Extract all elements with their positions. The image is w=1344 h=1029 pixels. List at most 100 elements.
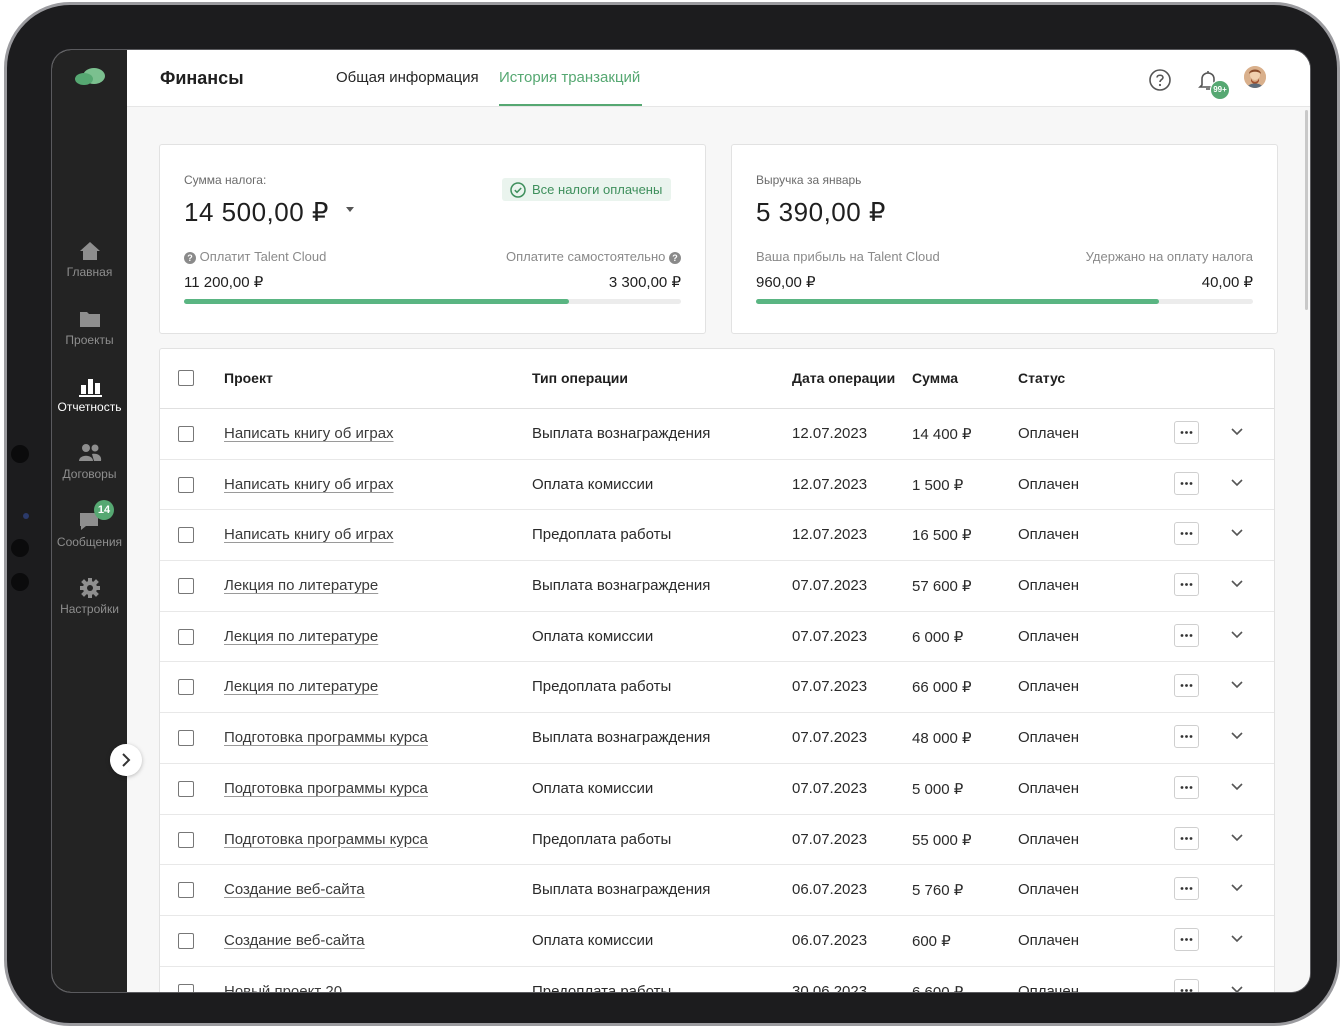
- table-row[interactable]: Лекция по литературе Оплата комиссии 07.07…: [160, 612, 1274, 663]
- more-dots-icon: [1180, 735, 1193, 739]
- operation-type: Выплата вознаграждения: [532, 881, 711, 899]
- row-checkbox[interactable]: [178, 780, 194, 797]
- column-header-status[interactable]: Статус: [1018, 370, 1065, 386]
- project-link[interactable]: Написать книгу об играх: [224, 526, 394, 543]
- project-link[interactable]: Подготовка программы курса: [224, 729, 428, 746]
- project-link[interactable]: Новый проект 20: [224, 983, 342, 992]
- check-circle-icon: [510, 182, 526, 198]
- table-row[interactable]: Подготовка программы курса Оплата комисси…: [160, 764, 1274, 815]
- table-row[interactable]: Написать книгу об играх Оплата комиссии 12…: [160, 460, 1274, 511]
- row-checkbox[interactable]: [178, 476, 194, 493]
- caret-down-icon[interactable]: [346, 207, 354, 212]
- sensor-dot: [11, 539, 29, 557]
- row-checkbox[interactable]: [178, 983, 194, 992]
- revenue-left-value: 960,00 ₽: [756, 274, 816, 291]
- operation-status: Оплачен: [1018, 425, 1079, 442]
- row-checkbox[interactable]: [178, 831, 194, 848]
- more-dots-icon: [1180, 684, 1193, 688]
- chevron-down-icon[interactable]: [1230, 833, 1244, 843]
- more-actions-button[interactable]: [1174, 826, 1199, 850]
- more-actions-button[interactable]: [1174, 522, 1199, 546]
- chevron-down-icon[interactable]: [1230, 528, 1244, 538]
- project-link[interactable]: Лекция по литературе: [224, 577, 378, 594]
- chevron-down-icon[interactable]: [1230, 985, 1244, 993]
- operation-date: 06.07.2023: [792, 931, 868, 949]
- column-header-sum[interactable]: Сумма: [912, 370, 958, 386]
- table-row[interactable]: Написать книгу об играх Выплата вознаграж…: [160, 409, 1274, 460]
- chevron-down-icon[interactable]: [1230, 883, 1244, 893]
- sidebar-item-label: Договоры: [62, 467, 117, 481]
- chevron-down-icon[interactable]: [1230, 680, 1244, 690]
- operation-type: Оплата комиссии: [532, 627, 654, 645]
- table-row[interactable]: Создание веб-сайта Оплата комиссии 06.07.2…: [160, 916, 1274, 967]
- column-header-type[interactable]: Тип операции: [532, 370, 628, 386]
- table-row[interactable]: Создание веб-сайта Выплата вознаграждения…: [160, 865, 1274, 916]
- sidebar-item-reports[interactable]: Отчетность: [52, 375, 127, 414]
- project-link[interactable]: Создание веб-сайта: [224, 881, 365, 898]
- more-actions-button[interactable]: [1174, 623, 1199, 647]
- chevron-down-icon[interactable]: [1230, 427, 1244, 437]
- project-link[interactable]: Создание веб-сайта: [224, 932, 365, 949]
- more-actions-button[interactable]: [1174, 877, 1199, 901]
- sidebar-item-label: Настройки: [60, 602, 119, 616]
- table-row[interactable]: Подготовка программы курса Выплата вознаг…: [160, 713, 1274, 764]
- table-row[interactable]: Подготовка программы курса Предоплата раб…: [160, 815, 1274, 866]
- more-dots-icon: [1180, 836, 1193, 840]
- row-checkbox[interactable]: [178, 426, 194, 442]
- sidebar-item-projects[interactable]: Проекты: [52, 308, 127, 347]
- project-link[interactable]: Подготовка программы курса: [224, 831, 428, 848]
- table-row[interactable]: Новый проект 20 Предоплата работы 30.06.20…: [160, 967, 1274, 993]
- chevron-down-icon[interactable]: [1230, 478, 1244, 488]
- row-checkbox[interactable]: [178, 527, 194, 544]
- select-all-checkbox[interactable]: [178, 370, 194, 386]
- table-row[interactable]: Лекция по литературе Предоплата работы 07.…: [160, 662, 1274, 714]
- more-dots-icon: [1180, 633, 1193, 637]
- column-header-date[interactable]: Дата операции: [792, 370, 895, 386]
- sidebar-item-messages[interactable]: 14 Сообщения: [52, 500, 127, 549]
- tab-transaction-history[interactable]: История транзакций: [499, 69, 640, 86]
- table-row[interactable]: Лекция по литературе Выплата вознагражден…: [160, 561, 1274, 612]
- tab-general-info[interactable]: Общая информация: [336, 69, 479, 86]
- sidebar-item-home[interactable]: Главная: [52, 240, 127, 279]
- row-checkbox[interactable]: [178, 932, 194, 949]
- project-link[interactable]: Лекция по литературе: [224, 678, 378, 695]
- row-checkbox[interactable]: [178, 679, 194, 696]
- more-actions-button[interactable]: [1174, 674, 1199, 698]
- chevron-down-icon[interactable]: [1230, 630, 1244, 640]
- project-link[interactable]: Лекция по литературе: [224, 628, 378, 645]
- project-link[interactable]: Написать книгу об играх: [224, 425, 394, 442]
- question-icon[interactable]: ?: [184, 252, 196, 264]
- row-checkbox[interactable]: [178, 882, 194, 899]
- column-header-project[interactable]: Проект: [224, 370, 273, 386]
- row-checkbox[interactable]: [178, 628, 194, 645]
- scrollbar[interactable]: [1305, 110, 1308, 310]
- more-actions-button[interactable]: [1174, 573, 1199, 597]
- user-avatar-icon: [1244, 66, 1266, 88]
- chevron-down-icon[interactable]: [1230, 731, 1244, 741]
- project-link[interactable]: Написать книгу об играх: [224, 476, 394, 493]
- question-icon[interactable]: ?: [669, 252, 681, 264]
- row-checkbox[interactable]: [178, 730, 194, 747]
- active-tab-indicator: [499, 104, 642, 106]
- tax-left-value: 11 200,00 ₽: [184, 274, 264, 291]
- operation-type: Предоплата работы: [532, 982, 672, 993]
- sidebar-item-contracts[interactable]: Договоры: [52, 442, 127, 481]
- more-actions-button[interactable]: [1174, 978, 1199, 992]
- row-checkbox[interactable]: [178, 578, 194, 595]
- project-link[interactable]: Подготовка программы курса: [224, 780, 428, 797]
- more-actions-button[interactable]: [1174, 725, 1199, 749]
- table-row[interactable]: Написать книгу об играх Предоплата работы…: [160, 510, 1274, 562]
- more-actions-button[interactable]: [1174, 775, 1199, 799]
- expand-sidebar-button[interactable]: [110, 744, 142, 776]
- help-icon[interactable]: [1148, 68, 1172, 92]
- revenue-amount: 5 390,00 ₽: [756, 197, 886, 227]
- more-actions-button[interactable]: [1174, 421, 1199, 444]
- more-actions-button[interactable]: [1174, 927, 1199, 951]
- avatar[interactable]: [1244, 66, 1266, 88]
- chevron-down-icon[interactable]: [1230, 934, 1244, 944]
- more-actions-button[interactable]: [1174, 471, 1199, 495]
- sidebar-item-settings[interactable]: Настройки: [52, 577, 127, 616]
- operation-sum: 48 000 ₽: [912, 730, 972, 748]
- chevron-down-icon[interactable]: [1230, 579, 1244, 589]
- chevron-down-icon[interactable]: [1230, 782, 1244, 792]
